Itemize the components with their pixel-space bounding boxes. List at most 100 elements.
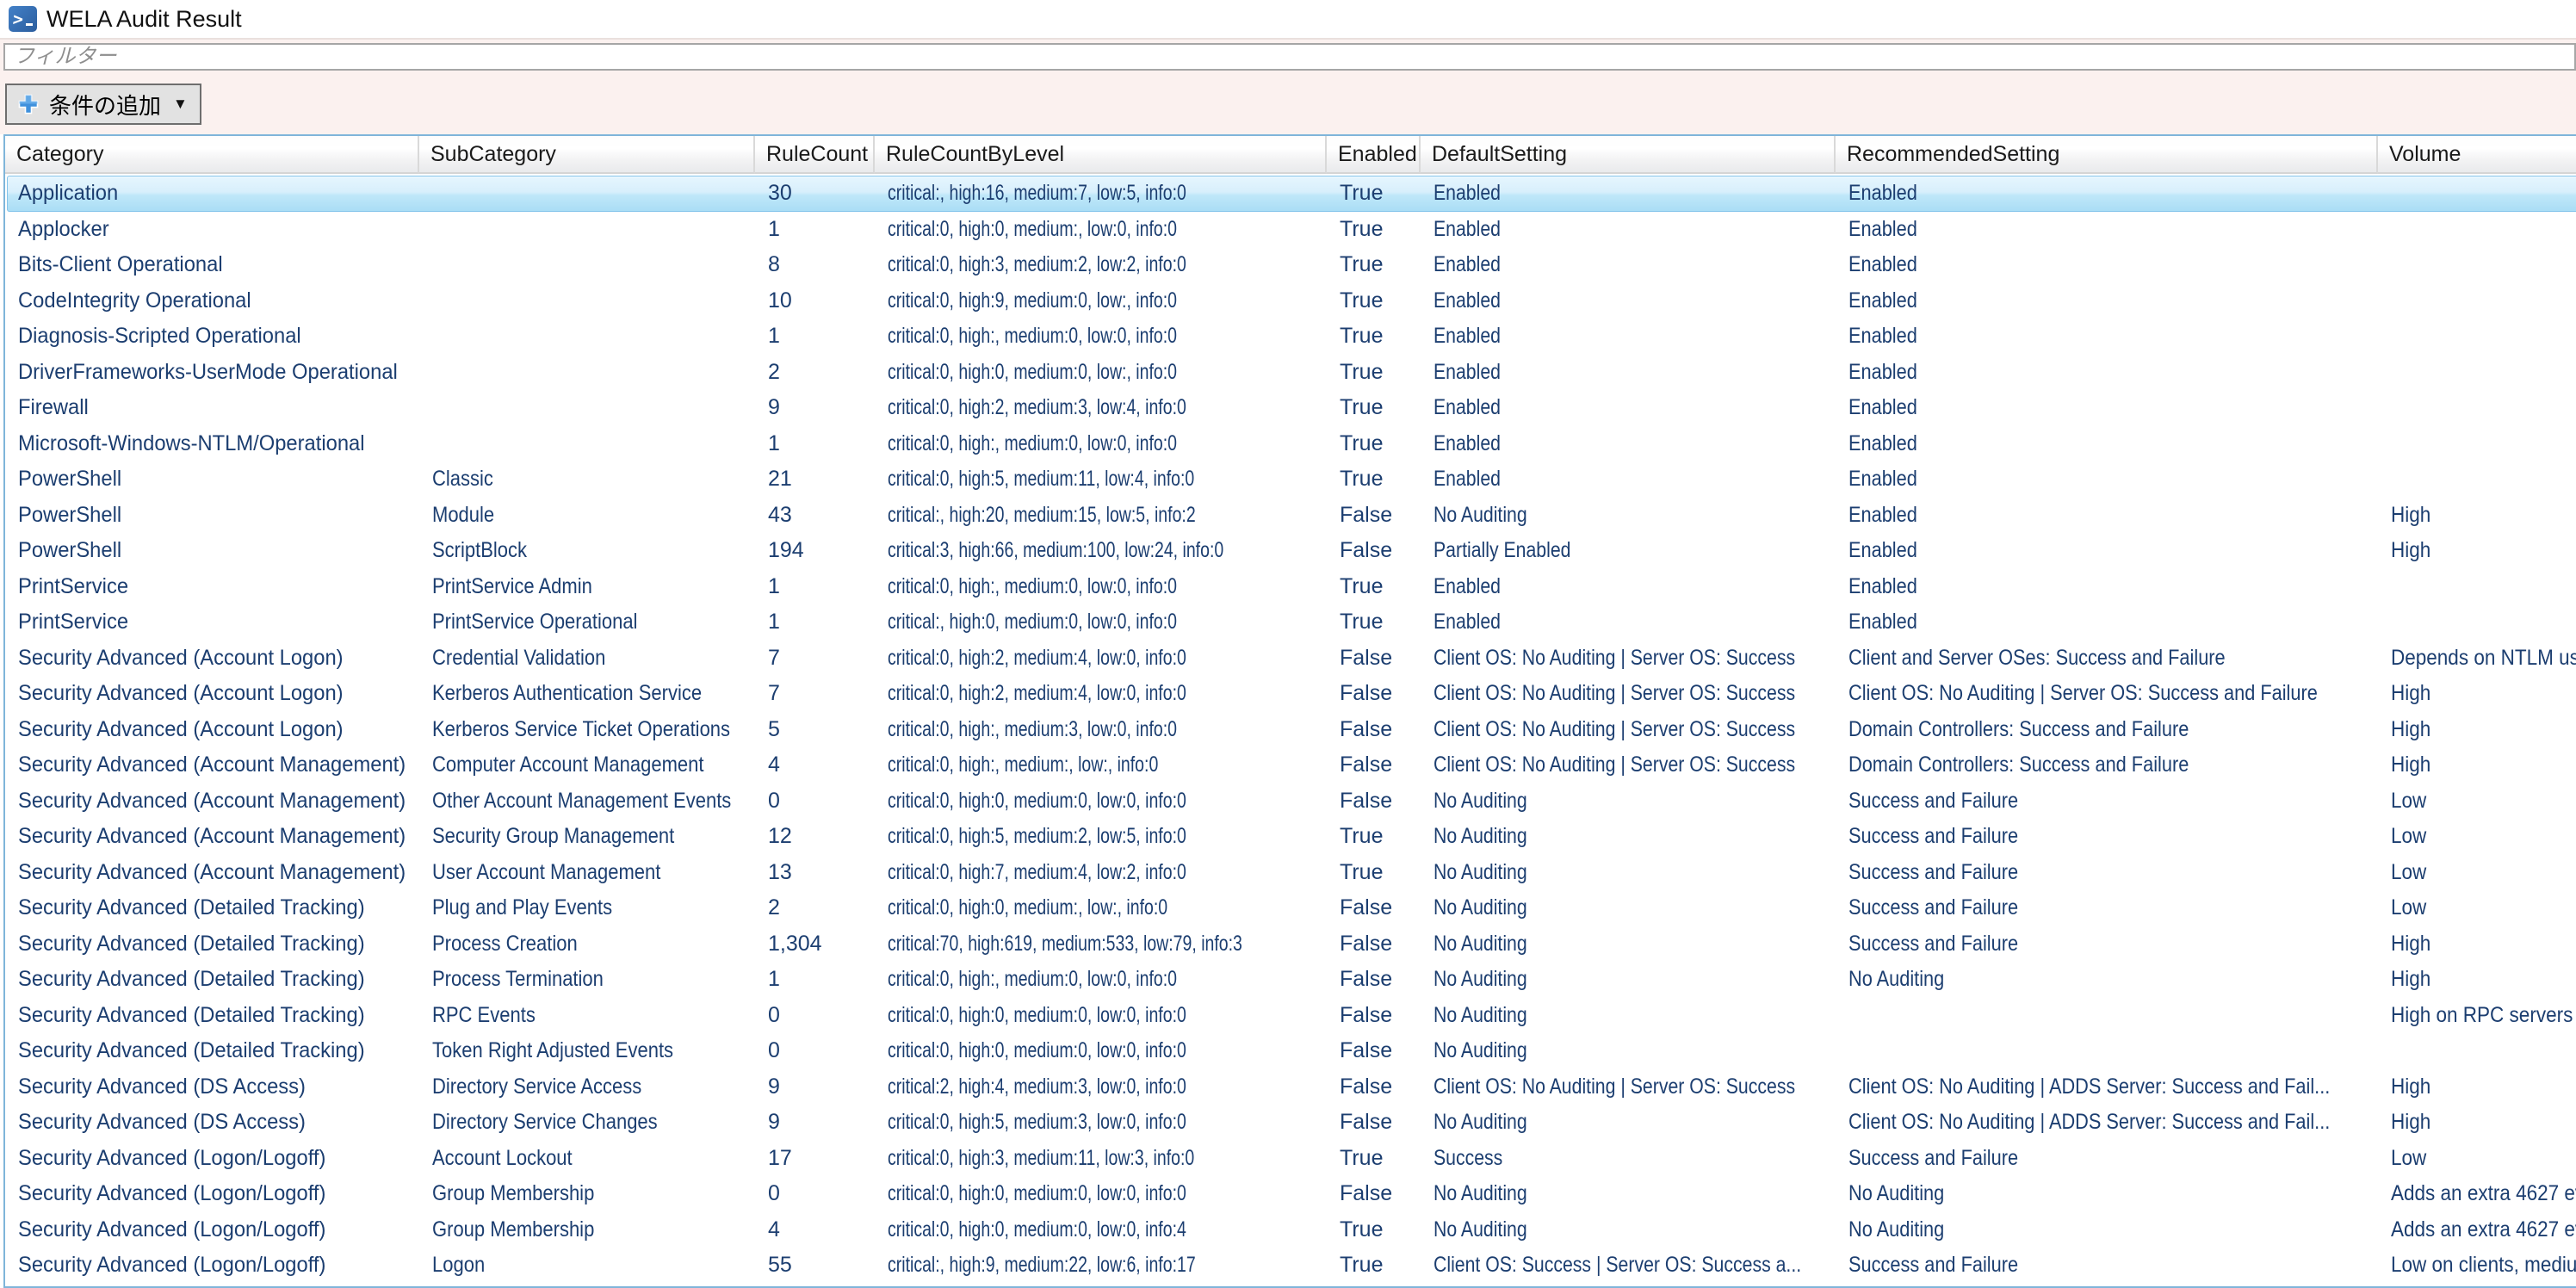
- cell-volume: [2380, 283, 2576, 319]
- cell-subcategory: Other Account Management Events: [421, 783, 757, 820]
- cell-rulecount: 13: [757, 855, 876, 891]
- cell-subcategory: Directory Service Access: [421, 1069, 757, 1105]
- table-row[interactable]: Security Advanced (Detailed Tracking)Tok…: [7, 1033, 2576, 1069]
- table-row[interactable]: Security Advanced (DS Access)Directory S…: [7, 1105, 2576, 1141]
- column-header-rulecount[interactable]: RuleCount: [755, 136, 875, 174]
- cell-rulecountbylevel: critical:0, high:2, medium:4, low:0, inf…: [876, 641, 1328, 677]
- cell-defaultsetting: Enabled: [1422, 176, 1837, 212]
- table-row[interactable]: Security Advanced (Logon/Logoff)Group Me…: [7, 1176, 2576, 1212]
- cell-recommendedsetting: Enabled: [1837, 569, 2380, 605]
- table-row[interactable]: Security Advanced (Detailed Tracking)Plu…: [7, 890, 2576, 926]
- column-header-label: Enabled: [1338, 142, 1417, 167]
- table-row[interactable]: Applocker1critical:0, high:0, medium:, l…: [7, 212, 2576, 248]
- table-row[interactable]: Security Advanced (Account Logon)Kerbero…: [7, 712, 2576, 748]
- cell-category: Application: [7, 176, 421, 212]
- table-row[interactable]: PrintServicePrintService Admin1critical:…: [7, 569, 2576, 605]
- cell-defaultsetting: Enabled: [1422, 604, 1837, 641]
- table-row[interactable]: Security Advanced (Detailed Tracking)RPC…: [7, 998, 2576, 1034]
- table-row[interactable]: Security Advanced (Account Management)Ot…: [7, 783, 2576, 820]
- cell-rulecountbylevel: critical:0, high:0, medium:0, low:0, inf…: [876, 998, 1328, 1034]
- cell-enabled: True: [1328, 1141, 1422, 1177]
- cell-category: Security Advanced (Detailed Tracking): [7, 998, 421, 1034]
- table-row[interactable]: Security Advanced (Logon/Logoff)Account …: [7, 1141, 2576, 1177]
- cell-category: Security Advanced (Account Management): [7, 855, 421, 891]
- cell-category: Applocker: [7, 212, 421, 248]
- table-row[interactable]: Security Advanced (Detailed Tracking)Pro…: [7, 926, 2576, 963]
- cell-category: Security Advanced (Logon/Logoff): [7, 1141, 421, 1177]
- column-header-label: Category: [16, 142, 103, 167]
- cell-category: Security Advanced (Detailed Tracking): [7, 962, 421, 998]
- cell-enabled: False: [1328, 1105, 1422, 1141]
- cell-subcategory: Logon: [421, 1248, 757, 1284]
- cell-rulecount: 1: [757, 426, 876, 462]
- table-row[interactable]: Security Advanced (Logon/Logoff)Logon55c…: [7, 1248, 2576, 1284]
- cell-enabled: True: [1328, 390, 1422, 426]
- cell-volume: High: [2380, 962, 2576, 998]
- cell-rulecountbylevel: critical:0, high:0, medium:0, low:0, inf…: [876, 783, 1328, 820]
- cell-enabled: False: [1328, 1033, 1422, 1069]
- cell-defaultsetting: No Auditing: [1422, 1033, 1837, 1069]
- cell-rulecount: 1: [757, 569, 876, 605]
- cell-volume: [2380, 569, 2576, 605]
- table-row[interactable]: CodeIntegrity Operational10critical:0, h…: [7, 283, 2576, 319]
- table-row[interactable]: PowerShellScriptBlock194critical:3, high…: [7, 533, 2576, 569]
- cell-rulecountbylevel: critical:0, high:3, medium:2, low:2, inf…: [876, 247, 1328, 283]
- table-row[interactable]: PowerShellClassic21critical:0, high:5, m…: [7, 461, 2576, 498]
- column-header-defaultsetting[interactable]: DefaultSetting: [1421, 136, 1836, 174]
- table-row[interactable]: Microsoft-Windows-NTLM/Operational1criti…: [7, 426, 2576, 462]
- table-row[interactable]: Application30critical:, high:16, medium:…: [7, 176, 2576, 212]
- cell-rulecount: 0: [757, 1033, 876, 1069]
- table-row[interactable]: Security Advanced (Account Management)Se…: [7, 819, 2576, 855]
- column-header-volume[interactable]: Volume: [2378, 136, 2576, 174]
- audit-table: Category SubCategoryRuleCountRuleCountByL…: [3, 134, 2576, 1288]
- cell-defaultsetting: Enabled: [1422, 212, 1837, 248]
- table-row[interactable]: Security Advanced (Account Logon)Credent…: [7, 641, 2576, 677]
- cell-rulecount: 1,304: [757, 926, 876, 963]
- table-row[interactable]: Bits-Client Operational8critical:0, high…: [7, 247, 2576, 283]
- cell-rulecount: 0: [757, 1176, 876, 1212]
- table-row[interactable]: Security Advanced (DS Access)Directory S…: [7, 1069, 2576, 1105]
- table-row[interactable]: PrintServicePrintService Operational1cri…: [7, 604, 2576, 641]
- cell-recommendedsetting: No Auditing: [1837, 1176, 2380, 1212]
- table-row[interactable]: Security Advanced (Logon/Logoff)Group Me…: [7, 1212, 2576, 1248]
- cell-enabled: False: [1328, 962, 1422, 998]
- cell-rulecount: 43: [757, 498, 876, 534]
- cell-category: Security Advanced (Logon/Logoff): [7, 1212, 421, 1248]
- column-header-recommendedsetting[interactable]: RecommendedSetting: [1836, 136, 2378, 174]
- table-row[interactable]: DriverFrameworks-UserMode Operational2cr…: [7, 355, 2576, 391]
- cell-recommendedsetting: Domain Controllers: Success and Failure: [1837, 747, 2380, 783]
- table-row[interactable]: Security Advanced (Account Management)Us…: [7, 855, 2576, 891]
- column-header-label: Volume: [2389, 142, 2461, 167]
- toolbar-strip: 条件の追加 ▼: [0, 38, 2576, 134]
- table-row[interactable]: Diagnosis-Scripted Operational1critical:…: [7, 319, 2576, 355]
- cell-defaultsetting: No Auditing: [1422, 498, 1837, 534]
- cell-subcategory: [421, 212, 757, 248]
- table-row[interactable]: Security Advanced (Detailed Tracking)Pro…: [7, 962, 2576, 998]
- cell-defaultsetting: Enabled: [1422, 426, 1837, 462]
- column-header-category[interactable]: Category: [5, 136, 419, 174]
- cell-enabled: False: [1328, 712, 1422, 748]
- table-row[interactable]: Firewall9critical:0, high:2, medium:3, l…: [7, 390, 2576, 426]
- cell-rulecountbylevel: critical:0, high:, medium:, low:, info:0: [876, 747, 1328, 783]
- column-header-rulecountbylevel[interactable]: RuleCountByLevel: [875, 136, 1327, 174]
- table-row[interactable]: Security Advanced (Account Management)Co…: [7, 747, 2576, 783]
- column-header-enabled[interactable]: Enabled: [1327, 136, 1421, 174]
- table-row[interactable]: PowerShellModule43critical:, high:20, me…: [7, 498, 2576, 534]
- add-condition-button[interactable]: 条件の追加 ▼: [5, 84, 201, 125]
- cell-rulecountbylevel: critical:0, high:7, medium:4, low:2, inf…: [876, 855, 1328, 891]
- table-row[interactable]: Security Advanced (Account Logon)Kerbero…: [7, 676, 2576, 712]
- cell-subcategory: PrintService Admin: [421, 569, 757, 605]
- cell-rulecountbylevel: critical:0, high:, medium:3, low:0, info…: [876, 712, 1328, 748]
- column-header-subcategory[interactable]: SubCategory: [419, 136, 755, 174]
- cell-enabled: True: [1328, 569, 1422, 605]
- cell-subcategory: Account Lockout: [421, 1141, 757, 1177]
- filter-input[interactable]: [3, 43, 2576, 71]
- cell-defaultsetting: No Auditing: [1422, 1212, 1837, 1248]
- cell-volume: [2380, 212, 2576, 248]
- cell-category: Firewall: [7, 390, 421, 426]
- cell-rulecount: 21: [757, 461, 876, 498]
- plus-icon: [17, 93, 40, 115]
- cell-category: CodeIntegrity Operational: [7, 283, 421, 319]
- cell-category: PowerShell: [7, 461, 421, 498]
- add-condition-label: 条件の追加: [49, 89, 161, 121]
